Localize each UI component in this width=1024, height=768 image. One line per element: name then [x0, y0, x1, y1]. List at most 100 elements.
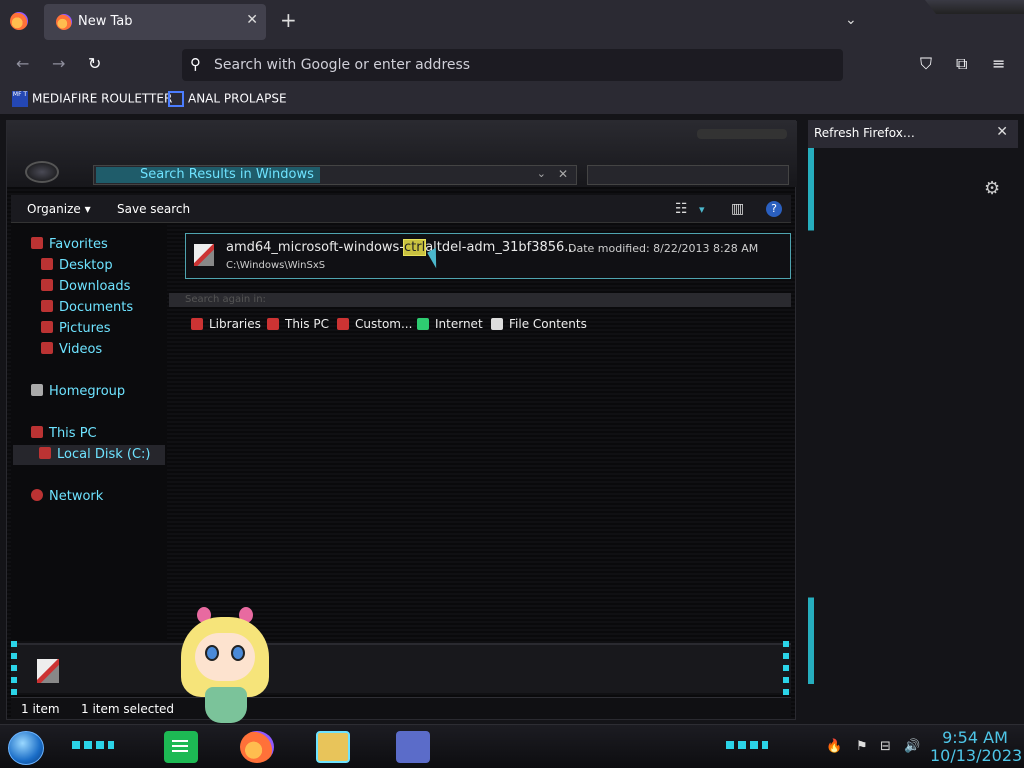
sticker-body — [205, 687, 247, 723]
search-again-custom[interactable]: Custom... — [337, 317, 412, 331]
file-icon — [37, 659, 59, 683]
file-explorer-window: Search Results in Windows ⌄ ✕ Organize ▾… — [6, 120, 797, 723]
clear-search-icon[interactable]: ✕ — [558, 167, 568, 181]
desktop-icon — [41, 258, 53, 270]
sticker-eye — [231, 645, 245, 661]
firefox-favicon-icon — [56, 14, 72, 30]
tab-bar: New Tab ✕ + ⌄ — [0, 0, 1024, 44]
folder-icon — [337, 318, 349, 330]
address-placeholder[interactable]: Search with Google or enter address — [214, 57, 470, 73]
command-bar: Organize ▾ Save search ☷ ▾ ▥ ? — [11, 195, 791, 223]
details-pane — [11, 643, 791, 693]
tab-title: New Tab — [78, 14, 133, 29]
close-notification-icon[interactable]: ✕ — [996, 124, 1008, 140]
list-all-tabs-icon[interactable]: ⌄ — [845, 12, 857, 28]
search-again-libraries[interactable]: Libraries — [191, 317, 261, 331]
address-bar[interactable]: ⚲ Search with Google or enter address — [182, 49, 843, 81]
homegroup-icon — [31, 384, 43, 396]
close-tab-icon[interactable]: ✕ — [246, 12, 258, 28]
menu-icon[interactable]: ≡ — [992, 54, 1005, 73]
computer-icon — [31, 426, 43, 438]
change-view-icon[interactable]: ☷ — [675, 201, 688, 217]
file-contents-icon — [491, 318, 503, 330]
preview-pane-icon[interactable]: ▥ — [731, 201, 744, 217]
organize-button[interactable]: Organize ▾ — [27, 202, 91, 216]
pocket-icon[interactable]: ⛉ — [920, 54, 932, 74]
search-highlight: ctrl — [403, 239, 427, 256]
taskbar-decoration — [726, 741, 768, 749]
tab-new-tab[interactable]: New Tab ✕ — [44, 4, 266, 40]
nav-network[interactable]: Network — [31, 489, 103, 504]
breadcrumb[interactable]: Search Results in Windows — [96, 167, 320, 183]
internet-icon — [417, 318, 429, 330]
extensions-icon[interactable]: ⧉ — [956, 54, 967, 74]
taskbar-explorer-app[interactable] — [316, 731, 350, 763]
taskbar-notes-app[interactable] — [164, 731, 198, 763]
clock-date: 10/13/2023 — [930, 746, 1023, 765]
clock[interactable]: 9:54 AM 10/13/2023 — [930, 729, 1023, 765]
selected-count: 1 item selected — [81, 702, 175, 716]
file-icon — [194, 244, 214, 266]
nav-desktop[interactable]: Desktop — [41, 258, 113, 273]
view-dropdown-icon[interactable]: ▾ — [699, 203, 705, 216]
nav-this-pc[interactable]: This PC — [31, 426, 97, 441]
disk-icon — [39, 447, 51, 459]
tray-app-icon[interactable]: 🔥 — [826, 739, 842, 754]
back-orb-button[interactable] — [25, 161, 59, 183]
cyan-glow-decoration — [783, 641, 789, 697]
taskbar: 🔥 ⚑ ⊟ 🔊 9:54 AM 10/13/2023 — [0, 724, 1024, 768]
nav-downloads[interactable]: Downloads — [41, 279, 130, 294]
save-search-button[interactable]: Save search — [117, 202, 190, 216]
start-button[interactable] — [8, 731, 44, 765]
item-count: 1 item — [21, 702, 60, 716]
refresh-firefox-notification[interactable]: Refresh Firefox… ✕ — [808, 120, 1018, 148]
cartoon-sticker — [175, 607, 275, 733]
search-again-internet[interactable]: Internet — [417, 317, 483, 331]
explorer-address-bar[interactable]: Search Results in Windows ⌄ ✕ — [93, 165, 577, 185]
file-path: C:\Windows\WinSxS — [226, 260, 326, 271]
flag-icon[interactable]: ⚑ — [856, 739, 868, 754]
nav-pictures[interactable]: Pictures — [41, 321, 110, 336]
address-dropdown-icon[interactable]: ⌄ — [537, 167, 546, 180]
search-again-file-contents[interactable]: File Contents — [491, 317, 587, 331]
search-again-this-pc[interactable]: This PC — [267, 317, 329, 331]
nav-videos[interactable]: Videos — [41, 342, 102, 357]
cyan-glow-decoration — [808, 144, 814, 684]
reload-button[interactable]: ↻ — [88, 54, 101, 73]
bookmark-second[interactable]: ANAL PROLAPSE — [168, 91, 287, 107]
window-frame-decoration — [925, 0, 1024, 14]
nav-documents[interactable]: Documents — [41, 300, 133, 315]
videos-icon — [41, 342, 53, 354]
sigma-icon — [168, 91, 184, 107]
nav-favorites[interactable]: Favorites — [31, 237, 108, 252]
downloads-icon — [41, 279, 53, 291]
forward-button[interactable]: → — [52, 54, 65, 73]
taskbar-decoration — [72, 741, 114, 749]
notes-icon — [172, 740, 188, 742]
volume-icon[interactable]: 🔊 — [904, 739, 920, 754]
mediafire-icon: MF T — [12, 91, 28, 107]
search-icon: ⚲ — [190, 55, 201, 73]
nav-local-disk[interactable]: Local Disk (C:) — [13, 445, 165, 465]
sticker-eye — [205, 645, 219, 661]
notification-text[interactable]: Refresh Firefox… — [814, 126, 915, 140]
bookmark-mediafire[interactable]: MF T MEDIAFIRE ROULETTER — [12, 91, 172, 107]
taskbar-firefox-app[interactable] — [240, 731, 274, 763]
page-content: Search Results in Windows ⌄ ✕ Organize ▾… — [0, 114, 1024, 724]
help-icon[interactable]: ? — [766, 201, 782, 217]
taskbar-remote-desktop-app[interactable] — [396, 731, 430, 763]
date-modified: Date modified: 8/22/2013 8:28 AM — [568, 242, 759, 255]
firefox-logo-icon[interactable] — [10, 12, 28, 30]
network-tray-icon[interactable]: ⊟ — [880, 739, 891, 754]
gear-icon[interactable]: ⚙ — [984, 178, 1000, 199]
bookmark-label: ANAL PROLAPSE — [188, 91, 287, 106]
back-button[interactable]: ← — [16, 54, 29, 73]
documents-icon — [41, 300, 53, 312]
nav-homegroup[interactable]: Homegroup — [31, 384, 125, 399]
file-name: amd64_microsoft-windows-ctrlaltdel-adm_3… — [226, 239, 577, 256]
bookmarks-toolbar: MF T MEDIAFIRE ROULETTER ANAL PROLAPSE — [0, 86, 1024, 114]
new-tab-button[interactable]: + — [280, 10, 297, 30]
star-icon — [31, 237, 43, 249]
search-result-row[interactable]: amd64_microsoft-windows-ctrlaltdel-adm_3… — [185, 233, 791, 279]
explorer-search-input[interactable] — [587, 165, 789, 185]
